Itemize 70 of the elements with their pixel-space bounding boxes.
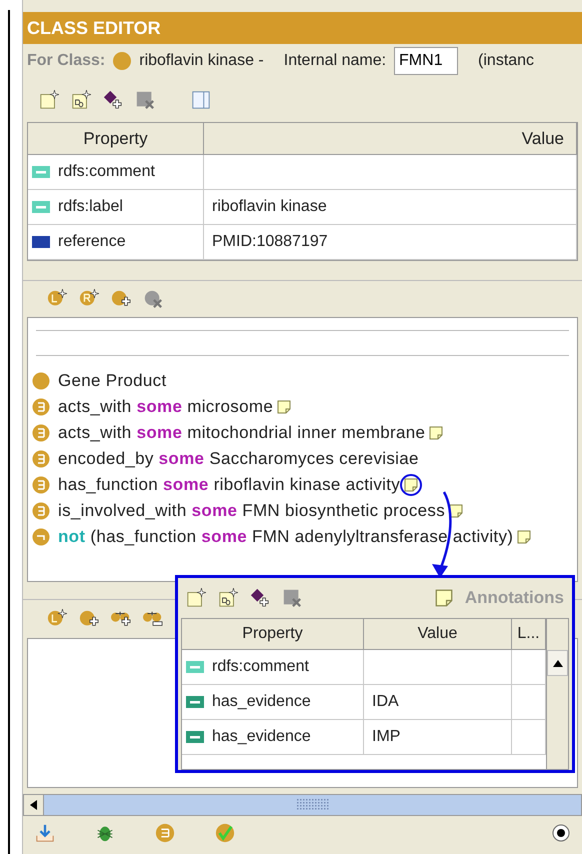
condition-row[interactable]: encoded_by some Saccharomyces cerevisiae (28, 446, 577, 472)
condition-text: has_function some riboflavin kinase activity (58, 474, 400, 496)
scroll-up-icon[interactable] (552, 660, 562, 666)
radio-button[interactable] (552, 824, 570, 842)
exists-icon (32, 424, 50, 442)
condition-row[interactable]: has_function some riboflavin kinase activity (28, 472, 577, 498)
property-name: reference (58, 232, 126, 252)
exists-icon (32, 398, 50, 416)
annotations-title: Annotations (464, 587, 564, 610)
column-header[interactable]: Property (28, 123, 204, 155)
property-name: rdfs:comment (212, 657, 309, 677)
property-name: has_evidence (212, 727, 311, 747)
property-icon (186, 661, 204, 673)
instance-label: (instanc (478, 51, 534, 71)
exists-icon (32, 450, 50, 468)
condition-text: Gene Product (58, 370, 166, 392)
check-icon[interactable] (215, 823, 235, 843)
exists-icon (32, 476, 50, 494)
horizontal-scrollbar[interactable] (23, 794, 582, 816)
property-icon (186, 731, 204, 743)
annotation-note-icon[interactable] (404, 478, 418, 492)
condition-text: acts_with some mitochondrial inner membrane (58, 422, 426, 444)
class-icon (32, 372, 50, 390)
scroll-grip-icon[interactable] (296, 799, 328, 811)
column-header[interactable]: Property (182, 619, 364, 650)
note-icon[interactable] (434, 589, 453, 607)
property-name: rdfs:label (58, 197, 123, 217)
class-icon (113, 52, 132, 70)
add-property-icon[interactable] (103, 90, 123, 110)
internal-name-label: Internal name: (284, 51, 386, 71)
condition-row[interactable]: acts_with some microsome (28, 394, 577, 420)
condition-text: encoded_by some Saccharomyces cerevisiae (58, 448, 419, 470)
window-title: CLASS EDITOR (23, 12, 582, 44)
table-cell: IMP (364, 720, 512, 755)
new-document-icon[interactable] (71, 90, 91, 110)
condition-row[interactable]: is_involved_with some FMN biosynthetic process (28, 498, 577, 524)
column-header[interactable]: Value (204, 123, 577, 155)
import-icon[interactable] (35, 823, 55, 843)
add-property-icon[interactable] (250, 588, 270, 608)
internal-name-field[interactable]: FMN1 (394, 47, 458, 75)
property-icon (32, 201, 50, 213)
delete-icon[interactable] (143, 289, 163, 309)
property-name: rdfs:comment (58, 162, 155, 182)
for-class-label: For Class: (27, 51, 106, 71)
table-cell: PMID:10887197 (204, 225, 577, 260)
table-cell: IDA (364, 685, 512, 720)
table-cell: riboflavin kinase (204, 190, 577, 225)
condition-text: acts_with some microsome (58, 396, 274, 418)
column-header[interactable]: Value (364, 619, 512, 650)
delete-icon[interactable] (135, 90, 155, 110)
class-name: riboflavin kinase - (139, 51, 264, 71)
vertical-scrollbar[interactable] (546, 619, 568, 769)
scroll-left-icon[interactable] (30, 800, 38, 810)
property-icon (186, 696, 204, 708)
new-document-icon[interactable] (218, 588, 238, 608)
annotation-note-icon[interactable] (449, 504, 464, 518)
property-icon (32, 236, 50, 248)
panel-icon[interactable] (191, 90, 211, 110)
new-note-icon[interactable] (186, 588, 206, 608)
exists-icon (32, 502, 50, 520)
property-icon (32, 166, 50, 178)
property-name: has_evidence (212, 692, 311, 712)
condition-row[interactable]: not (has_function some FMN adenylyltransferase activity) (28, 524, 577, 550)
condition-text: is_involved_with some FMN biosynthetic process (58, 500, 446, 522)
condition-text: not (has_function some FMN adenylyltransferase activity) (58, 526, 514, 548)
negation-icon (32, 528, 50, 546)
condition-row[interactable]: acts_with some mitochondrial inner membrane (28, 420, 577, 446)
condition-row[interactable]: Gene Product (28, 368, 577, 394)
delete-icon[interactable] (282, 588, 302, 608)
new-note-icon[interactable] (39, 90, 59, 110)
